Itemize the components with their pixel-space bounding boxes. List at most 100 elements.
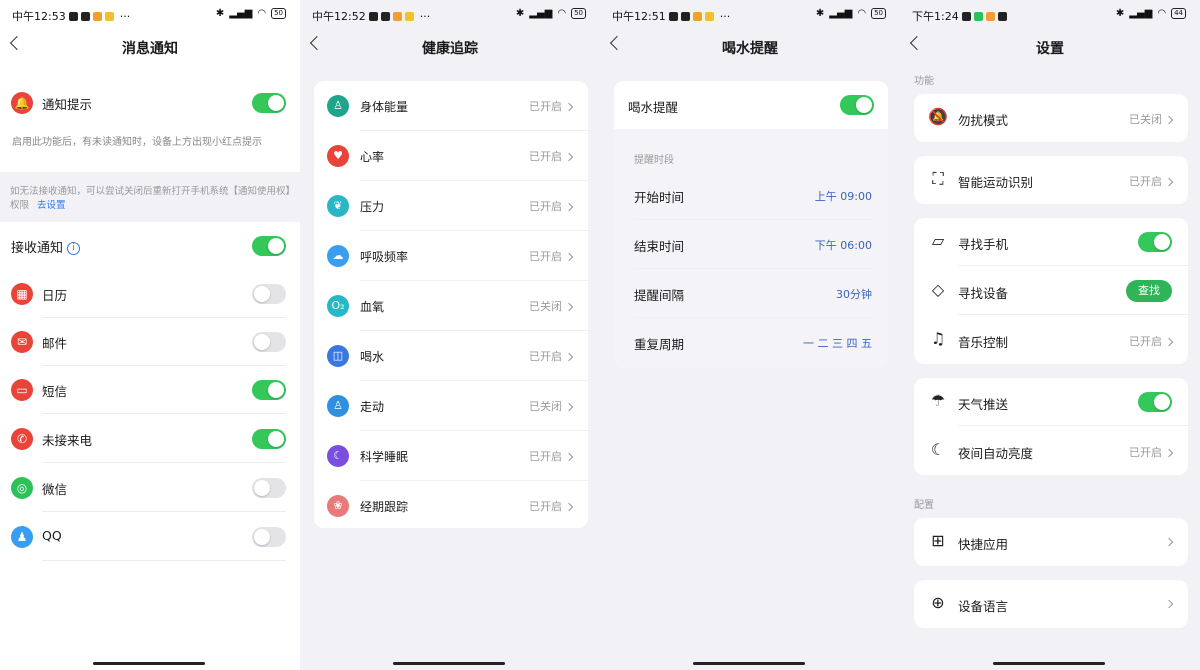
health-item-heart-rate[interactable]: ♥ 心率 已开启 xyxy=(314,131,588,181)
find-device-button[interactable]: 查找 xyxy=(1126,280,1172,302)
health-item-sleep[interactable]: ☾ 科学睡眠 已开启 xyxy=(314,431,588,481)
health-item-period[interactable]: ❀ 经期跟踪 已开启 xyxy=(314,481,588,528)
app-row-mail: ✉ 邮件 xyxy=(0,318,300,366)
water-reminder-label: 喝水提醒 xyxy=(628,100,679,115)
receive-notify-label: 接收通知 i xyxy=(11,237,81,256)
page-title: 健康追踪 xyxy=(422,41,478,57)
health-item-body-energy[interactable]: ♙ 身体能量 已开启 xyxy=(314,81,588,131)
alarm-icon xyxy=(368,11,378,21)
device-settings-screen: 下午1:24 ✱ ▂▄▆ ◠ 44 设置 功能 🔕 勿扰模式 已关闭 ⛶ 智能运动识别 已开启… xyxy=(900,0,1200,670)
app-icon xyxy=(680,11,690,21)
item-label: 喝水 xyxy=(360,350,385,364)
go-settings-link[interactable]: 去设置 xyxy=(37,200,66,211)
night-brightness-icon: ☾ xyxy=(930,440,946,459)
item-label: 走动 xyxy=(360,400,385,414)
home-indicator xyxy=(993,662,1105,665)
item-status: 已开启 xyxy=(529,148,574,164)
receive-notify-row: 接收通知 i xyxy=(0,222,300,270)
reminder-period-box: 提醒时段 开始时间 上午 09:00 结束时间 下午 06:00 提醒间隔 30分钟 … xyxy=(614,129,888,368)
water-reminder-toggle[interactable] xyxy=(840,95,874,115)
status-time: 下午1:24 xyxy=(912,10,959,23)
music-status: 已开启 xyxy=(1129,333,1174,349)
notify-description: 启用此功能后，有未读通知时，设备上方出现小红点提示 xyxy=(12,137,262,148)
signal-icon: ▂▄▆ xyxy=(1129,8,1153,19)
health-item-water[interactable]: ◫ 喝水 已开启 xyxy=(314,331,588,381)
status-time: 中午12:52 xyxy=(312,10,366,23)
sms-toggle[interactable] xyxy=(252,380,286,400)
health-item-stress[interactable]: ❦ 压力 已开启 xyxy=(314,181,588,231)
status-time: 中午12:53 xyxy=(12,10,66,23)
notify-prompt-toggle[interactable] xyxy=(252,93,286,113)
bluetooth-icon: ✱ xyxy=(215,8,225,19)
page-title: 设置 xyxy=(1036,41,1064,57)
info-icon[interactable]: i xyxy=(67,242,81,255)
signal-icon: ▂▄▆ xyxy=(229,8,253,19)
battery-icon: 50 xyxy=(571,8,586,19)
section-label-features: 功能 xyxy=(914,76,934,87)
app-row-missed-call: ✆ 未接来电 xyxy=(0,415,300,463)
chevron-right-icon xyxy=(1162,535,1174,548)
item-label: 压力 xyxy=(360,200,385,214)
app-label: 未接来电 xyxy=(42,433,93,448)
sport-detect-row[interactable]: ⛶ 智能运动识别 已开启 xyxy=(914,156,1188,204)
wechat-toggle[interactable] xyxy=(252,478,286,498)
dnd-card: 🔕 勿扰模式 已关闭 xyxy=(914,94,1188,142)
globe-icon: ⊕ xyxy=(931,593,945,612)
weather-push-row: ☂ 天气推送 xyxy=(914,378,1188,426)
end-time-row[interactable]: 结束时间 下午 06:00 xyxy=(614,220,888,269)
mail-toggle[interactable] xyxy=(252,332,286,352)
device-language-row[interactable]: ⊕ 设备语言 xyxy=(914,580,1188,628)
water-reminder-screen: 中午12:51 ··· ✱ ▂▄▆ ◠ 50 喝水提醒 喝水提醒 提醒时段 开始时间上… xyxy=(600,0,900,670)
weather-push-toggle[interactable] xyxy=(1138,392,1172,412)
sport-card: ⛶ 智能运动识别 已开启 xyxy=(914,156,1188,204)
find-phone-toggle[interactable] xyxy=(1138,232,1172,252)
item-label: 血氧 xyxy=(360,300,385,314)
mail-icon: ✉ xyxy=(11,331,33,353)
chevron-right-icon xyxy=(564,352,574,362)
app-icon xyxy=(392,11,402,21)
breath-icon: ☁ xyxy=(327,245,349,267)
start-time-row[interactable]: 开始时间 上午 09:00 xyxy=(614,171,888,220)
app-icon xyxy=(692,11,702,21)
chevron-right-icon xyxy=(1164,337,1174,347)
night-brightness-status: 已开启 xyxy=(1129,444,1174,460)
chevron-right-icon xyxy=(1164,115,1174,125)
sport-detect-icon: ⛶ xyxy=(932,169,944,188)
night-brightness-row[interactable]: ☾ 夜间自动亮度 已开启 xyxy=(914,427,1188,475)
app-icon xyxy=(404,11,414,21)
calendar-toggle[interactable] xyxy=(252,284,286,304)
interval-row[interactable]: 提醒间隔 30分钟 xyxy=(614,269,888,318)
health-item-breath[interactable]: ☁ 呼吸频率 已开启 xyxy=(314,231,588,281)
status-bar: 下午1:24 ✱ ▂▄▆ ◠ 44 xyxy=(900,0,1200,30)
app-label: 短信 xyxy=(42,384,68,399)
battery-icon: 50 xyxy=(271,8,286,19)
find-card: ▱ 寻找手机 ◇ 寻找设备 查找 ♫ 音乐控制 已开启 xyxy=(914,218,1188,364)
music-control-row[interactable]: ♫ 音乐控制 已开启 xyxy=(914,316,1188,364)
dnd-row[interactable]: 🔕 勿扰模式 已关闭 xyxy=(914,94,1188,142)
phone-icon: ✆ xyxy=(11,428,33,450)
walk-icon: ♙ xyxy=(327,395,349,417)
alarm-icon xyxy=(668,11,678,21)
repeat-row[interactable]: 重复周期一 二 三 四 五 xyxy=(614,318,888,367)
health-tracking-screen: 中午12:52 ··· ✱ ▂▄▆ ◠ 50 健康追踪 ♙ 身体能量 已开启 ♥ 心率 已开启… xyxy=(300,0,600,670)
notification-settings-screen: 中午12:53 ··· ✱ ▂▄▆ ◠ 50 消息通知 🔔 通知提示 启用此功能后，有… xyxy=(0,0,300,670)
app-label: QQ xyxy=(42,528,62,543)
app-icon xyxy=(380,11,390,21)
missed-call-toggle[interactable] xyxy=(252,429,286,449)
health-item-blood-oxygen[interactable]: O₂ 血氧 已关闭 xyxy=(314,281,588,331)
item-label: 经期跟踪 xyxy=(360,500,409,514)
bluetooth-icon: ✱ xyxy=(515,8,525,19)
water-reminder-main-row: 喝水提醒 xyxy=(614,81,888,129)
alarm-icon xyxy=(68,11,78,21)
health-item-walk[interactable]: ♙ 走动 已关闭 xyxy=(314,381,588,431)
app-row-calendar: ▦ 日历 xyxy=(0,270,300,318)
bluetooth-icon: ✱ xyxy=(1115,8,1125,19)
qq-toggle[interactable] xyxy=(252,527,286,547)
interval-value: 30分钟 xyxy=(836,288,872,301)
receive-notify-toggle[interactable] xyxy=(252,236,286,256)
item-status: 已开启 xyxy=(529,448,574,464)
bluetooth-icon: ✱ xyxy=(815,8,825,19)
weather-icon: ☂ xyxy=(930,391,946,410)
chevron-right-icon xyxy=(564,502,574,512)
shortcut-apps-row[interactable]: ⊞ 快捷应用 xyxy=(914,518,1188,566)
